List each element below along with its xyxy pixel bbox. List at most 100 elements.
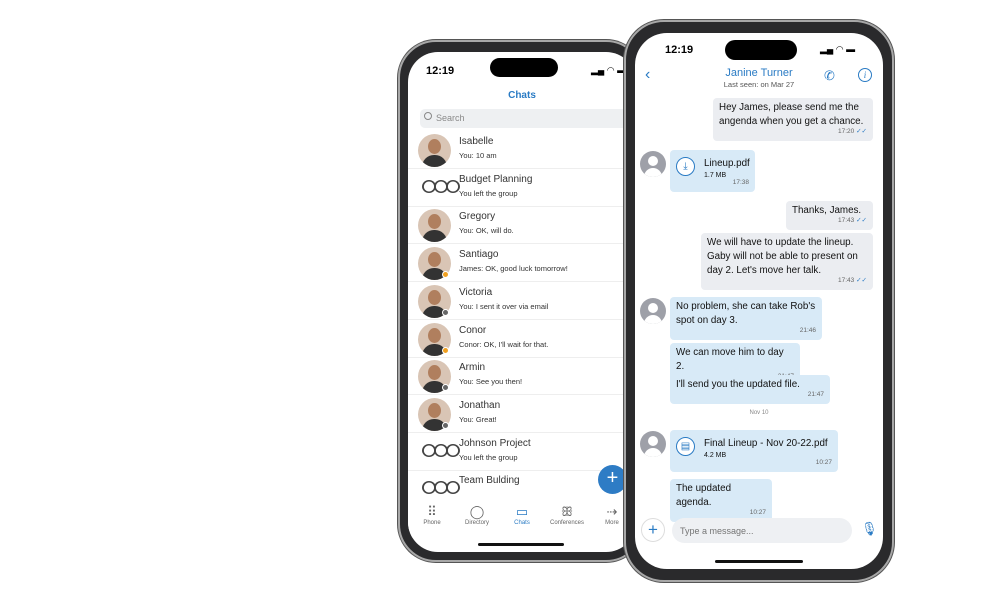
chat-list-item[interactable]: Victoria You: I sent it over via email: [408, 282, 636, 320]
dialpad-icon: ⠿: [427, 504, 437, 519]
message-composer: + 🎙: [635, 516, 883, 546]
chat-list-item[interactable]: Santiago James: OK, good luck tomorrow!: [408, 244, 636, 283]
status-offline-icon: [442, 421, 449, 429]
chat-preview: You: See you then!: [459, 377, 523, 387]
message-bubble[interactable]: We will have to update the lineup. Gaby …: [701, 233, 873, 290]
chat-name: Johnson Project: [459, 437, 531, 449]
tab-chats[interactable]: ▭ Chats: [497, 504, 547, 526]
info-icon[interactable]: i: [858, 68, 872, 82]
avatar-placeholder-icon: [640, 298, 666, 324]
chat-preview: You: I sent it over via email: [459, 301, 549, 311]
message-time: 17:43 ✓✓: [838, 217, 867, 224]
message-time: 21:47: [807, 391, 824, 398]
chat-preview: James: OK, good luck tomorrow!: [459, 264, 568, 274]
person-icon: ◯: [469, 504, 485, 519]
status-offline-icon: [442, 308, 449, 316]
chat-preview: You: OK, will do.: [459, 226, 514, 236]
chat-name: Gregory: [459, 211, 496, 223]
chat-list-item[interactable]: Jonathan You: Great!: [408, 395, 636, 433]
file-size: 4.2 MB: [704, 452, 727, 459]
file-message[interactable]: ▤ Final Lineup - Nov 20-22.pdf 4.2 MB 10:27: [670, 430, 838, 472]
chat-list-item[interactable]: ⵔⵔⵔ Budget Planning You left the group: [408, 169, 636, 207]
document-icon[interactable]: ▤: [676, 437, 695, 456]
chat-preview: You left the group: [459, 188, 518, 198]
chat-name: Victoria: [459, 286, 493, 298]
message-time: 21:46: [799, 327, 816, 334]
search-icon: [424, 112, 432, 120]
message-time: 17:20 ✓✓: [838, 128, 867, 135]
read-check-icon: ✓✓: [856, 217, 867, 224]
chat-preview: You: 10 am: [459, 151, 497, 160]
file-name: Final Lineup - Nov 20-22.pdf: [704, 438, 828, 449]
message-time: 17:38: [732, 179, 749, 186]
message-input[interactable]: [672, 518, 852, 543]
group-icon: ⵔⵔⵔ: [421, 478, 461, 499]
tab-phone[interactable]: ⠿ Phone: [408, 504, 457, 526]
message-bubble[interactable]: No problem, she can take Rob's spot on d…: [670, 297, 822, 340]
tab-label: Directory: [464, 520, 489, 526]
phone-right: 12:19 ▂▄ ◠ ▬ ‹ Janine Turner Last seen: …: [624, 20, 894, 582]
home-indicator: [715, 560, 803, 563]
date-separator: Nov 10: [749, 410, 769, 416]
read-check-icon: ✓✓: [856, 277, 867, 284]
message-text: We can move him to day 2.: [676, 347, 784, 372]
tab-label: Chats: [514, 520, 530, 526]
page-title: Chats: [508, 90, 536, 101]
chat-name: Budget Planning: [459, 173, 533, 185]
chat-list-item[interactable]: Isabelle You: 10 am: [408, 131, 636, 169]
chat-bubble-icon: ▭: [515, 504, 529, 519]
message-text: We will have to update the lineup. Gaby …: [707, 237, 858, 276]
message-time: 17:43 ✓✓: [838, 277, 867, 284]
chat-preview: You: Great!: [459, 414, 497, 424]
phone-call-icon[interactable]: ✆: [824, 68, 835, 84]
chat-list-item[interactable]: Conor Conor: OK, I'll wait for that.: [408, 320, 636, 358]
chat-name: Conor: [459, 324, 487, 336]
contact-name[interactable]: Janine Turner: [635, 67, 883, 79]
chat-list-item[interactable]: Armin You: See you then!: [408, 357, 636, 396]
chat-list-item[interactable]: ⵔⵔⵔ Johnson Project You left the group: [408, 433, 636, 471]
microphone-icon[interactable]: 🎙: [861, 521, 878, 537]
tab-conferences[interactable]: ꕥ Conferences: [542, 504, 592, 526]
group-icon: ⵔⵔⵔ: [421, 176, 461, 197]
dynamic-island: [490, 58, 558, 77]
attach-button[interactable]: +: [641, 518, 665, 542]
read-check-icon: ✓✓: [856, 128, 867, 135]
last-seen: Last seen: on Mar 27: [723, 80, 795, 89]
chat-name: Team Bulding: [459, 475, 520, 487]
conversation-header: ‹ Janine Turner Last seen: on Mar 27 ✆ i: [635, 33, 883, 101]
tab-label: Conferences: [549, 520, 585, 526]
home-indicator: [478, 543, 564, 546]
group-icon: ⵔⵔⵔ: [421, 440, 461, 461]
chats-screen: 12:19 ▂▄ ◠ ▬ Chats Search Isabelle You: 1…: [408, 52, 636, 552]
message-time: 10:27: [815, 459, 832, 466]
new-chat-button[interactable]: +: [598, 465, 627, 494]
status-away-icon: [442, 346, 449, 354]
status-away-icon: [442, 271, 449, 279]
status-time: 12:19: [426, 65, 455, 77]
chat-name: Isabelle: [459, 136, 494, 147]
tab-directory[interactable]: ◯ Directory: [452, 504, 502, 526]
message-text: I'll send you the updated file.: [676, 379, 800, 390]
avatar-placeholder-icon: [640, 151, 666, 177]
search-placeholder: Search: [436, 113, 465, 123]
status-icons: ▂▄ ◠ ▬: [591, 65, 627, 75]
file-message[interactable]: ⤓ Lineup.pdf 1.7 MB 17:38: [670, 150, 755, 192]
download-icon[interactable]: ⤓: [676, 157, 695, 176]
tab-bar: ⠿ Phone ◯ Directory ▭ Chats ꕥ Conferences ⇢ More: [408, 502, 636, 538]
chat-preview: You left the group: [459, 452, 518, 462]
chat-name: Armin: [459, 362, 486, 374]
avatar-placeholder-icon: [640, 431, 666, 457]
chat-list-item[interactable]: Gregory You: OK, will do.: [408, 206, 636, 245]
chat-name: Santiago: [459, 249, 499, 261]
group-icon: ꕥ: [560, 504, 574, 519]
message-bubble[interactable]: Hey James, please send me the angenda wh…: [713, 98, 873, 141]
phone-left: 12:19 ▂▄ ◠ ▬ Chats Search Isabelle You: 1…: [398, 40, 644, 562]
message-text: No problem, she can take Rob's spot on d…: [676, 301, 816, 326]
message-bubble[interactable]: I'll send you the updated file. 21:47: [670, 375, 830, 404]
tab-label: Phone: [423, 520, 441, 526]
file-name: Lineup.pdf: [704, 158, 750, 169]
chat-preview: Conor: OK, I'll wait for that.: [459, 339, 549, 349]
message-bubble[interactable]: Thanks, James. 17:43 ✓✓: [786, 201, 873, 230]
search-input[interactable]: Search: [420, 109, 636, 128]
conversation-screen: 12:19 ▂▄ ◠ ▬ ‹ Janine Turner Last seen: …: [635, 33, 883, 569]
